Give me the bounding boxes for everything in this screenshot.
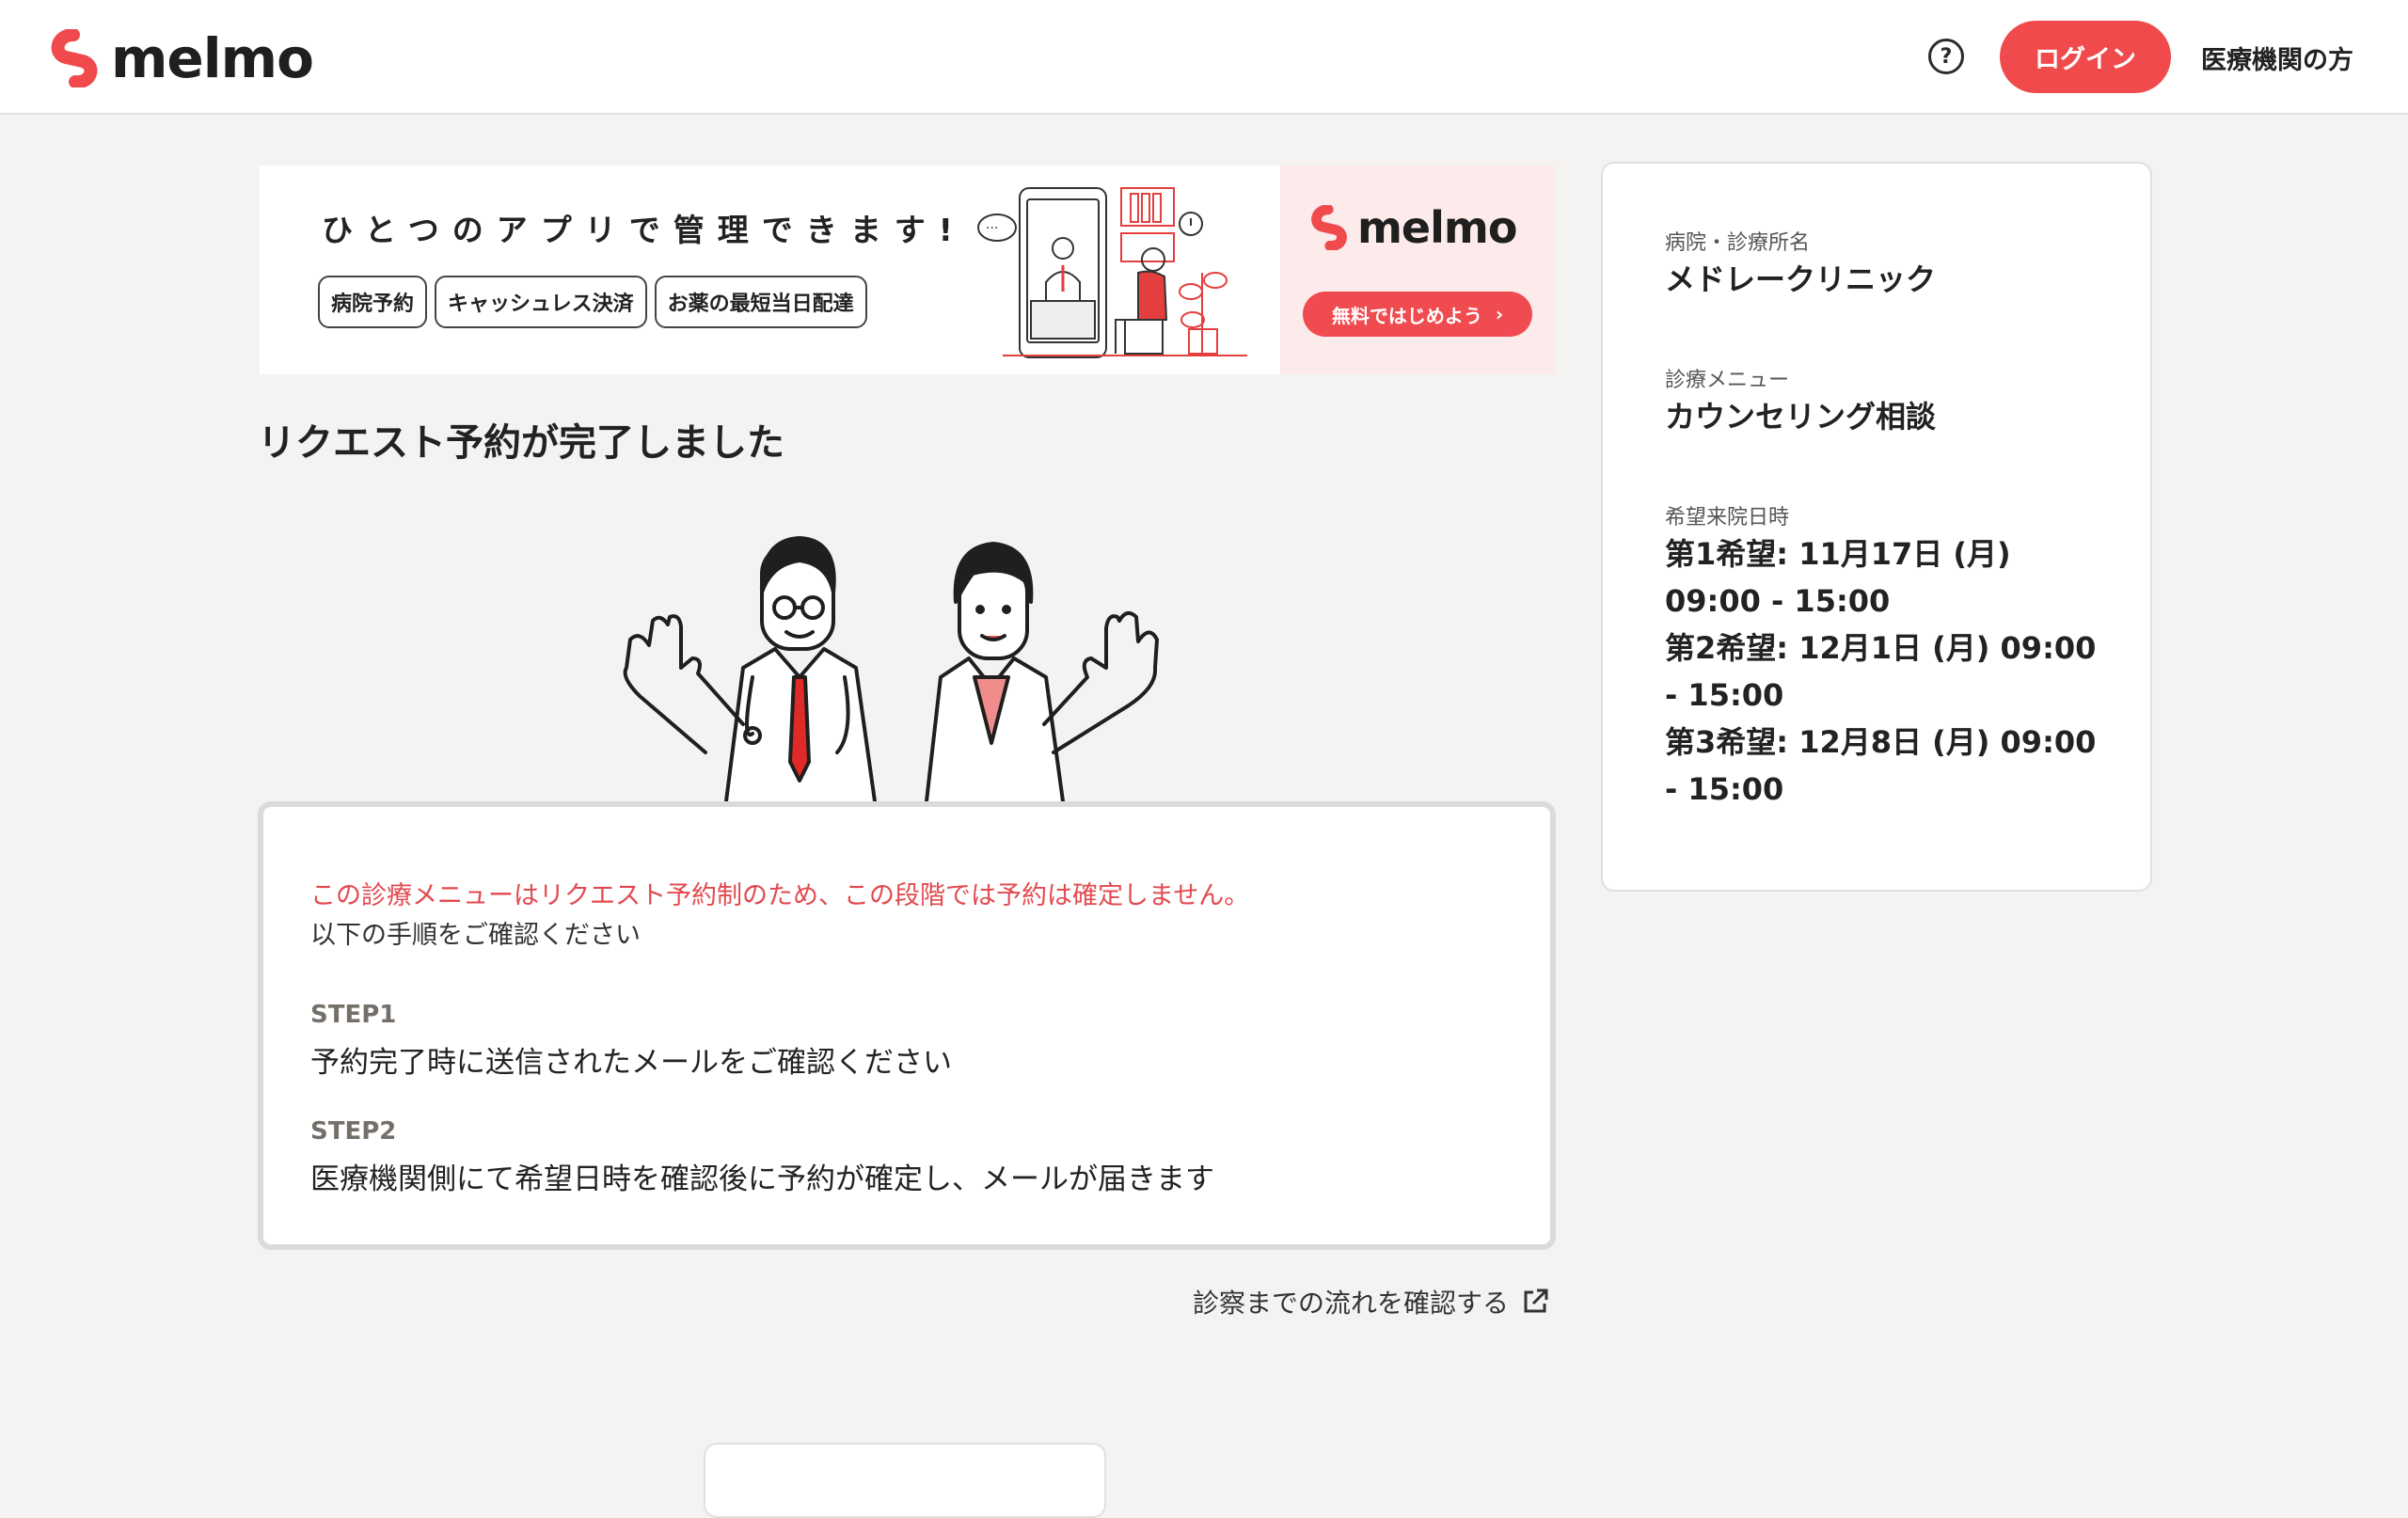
melmo-logo[interactable]: melmo xyxy=(45,26,314,90)
melmo-logo-mark-icon xyxy=(1311,205,1347,250)
medical-institution-link[interactable]: 医療機関の方 xyxy=(2201,40,2353,76)
banner-app-panel: melmo 無料ではじめよう › xyxy=(1280,166,1555,374)
clinic-name: メドレークリニック xyxy=(1665,261,1937,297)
menu-label: 診療メニュー xyxy=(1665,369,1790,392)
request-notice: この診療メニューはリクエスト予約制のため、この段階では予約は確定しません。 xyxy=(310,881,1250,910)
request-notice-sub: 以下の手順をご確認ください xyxy=(310,921,641,950)
preferred-dates: 第1希望: 11月17日 (月) 09:00 - 15:00 第2希望: 12月… xyxy=(1665,530,2107,813)
reservation-summary-card: 病院・診療所名 メドレークリニック 診療メニュー カウンセリング相談 希望来院日… xyxy=(1601,162,2152,892)
preferred-date-1: 第1希望: 11月17日 (月) 09:00 - 15:00 xyxy=(1665,536,2011,619)
banner-headline: ひとつのアプリで管理できます! xyxy=(322,212,966,248)
banner-tag: お薬の最短当日配達 xyxy=(654,276,867,328)
doctors-illustration xyxy=(623,536,1159,801)
melmo-logo-mark-icon xyxy=(51,29,98,87)
banner-tags: 病院予約 キャッシュレス決済 お薬の最短当日配達 xyxy=(318,276,867,328)
step2-label: STEP2 xyxy=(310,1117,397,1146)
menu-name: カウンセリング相談 xyxy=(1665,399,1937,435)
banner-tag: 病院予約 xyxy=(318,276,428,328)
clinic-label: 病院・診療所名 xyxy=(1665,231,1811,255)
cta-label: 無料ではじめよう xyxy=(1331,304,1482,327)
login-button[interactable]: ログイン xyxy=(2000,21,2171,93)
external-link-icon xyxy=(1524,1289,1548,1313)
request-info-card: この診療メニューはリクエスト予約制のため、この段階では予約は確定しません。 以下… xyxy=(258,801,1556,1250)
preferred-date-2: 第2希望: 12月1日 (月) 09:00 - 15:00 xyxy=(1665,630,2097,713)
dates-label: 希望来院日時 xyxy=(1665,506,1790,530)
logo-text: melmo xyxy=(111,26,314,90)
start-free-button[interactable]: 無料ではじめよう › xyxy=(1303,292,1532,337)
banner-melmo-logo: melmo xyxy=(1307,202,1517,253)
svg-text:···: ··· xyxy=(986,221,998,236)
page-title: リクエスト予約が完了しました xyxy=(258,421,784,465)
step2-text: 医療機関側にて希望日時を確認後に予約が確定し、メールが届きます xyxy=(310,1162,1214,1196)
flow-link-label: 診察までの流れを確認する xyxy=(1193,1288,1510,1319)
step1-text: 予約完了時に送信されたメールをご確認ください xyxy=(310,1046,952,1080)
bottom-partial-card[interactable] xyxy=(704,1443,1106,1518)
consultation-flow-link[interactable]: 診察までの流れを確認する xyxy=(1193,1283,1550,1320)
chevron-right-icon: › xyxy=(1495,303,1504,325)
top-header: melmo ? ログイン 医療機関の方 xyxy=(0,0,2408,115)
help-button[interactable]: ? xyxy=(1928,39,1964,74)
banner-logo-text: melmo xyxy=(1357,202,1517,253)
preferred-date-3: 第3希望: 12月8日 (月) 09:00 - 15:00 xyxy=(1665,724,2097,807)
promo-banner[interactable]: ひとつのアプリで管理できます! 病院予約 キャッシュレス決済 お薬の最短当日配達… xyxy=(260,166,1555,374)
banner-tag: キャッシュレス決済 xyxy=(435,276,647,328)
question-circle-icon: ? xyxy=(1940,44,1953,69)
step1-label: STEP1 xyxy=(310,1001,397,1029)
